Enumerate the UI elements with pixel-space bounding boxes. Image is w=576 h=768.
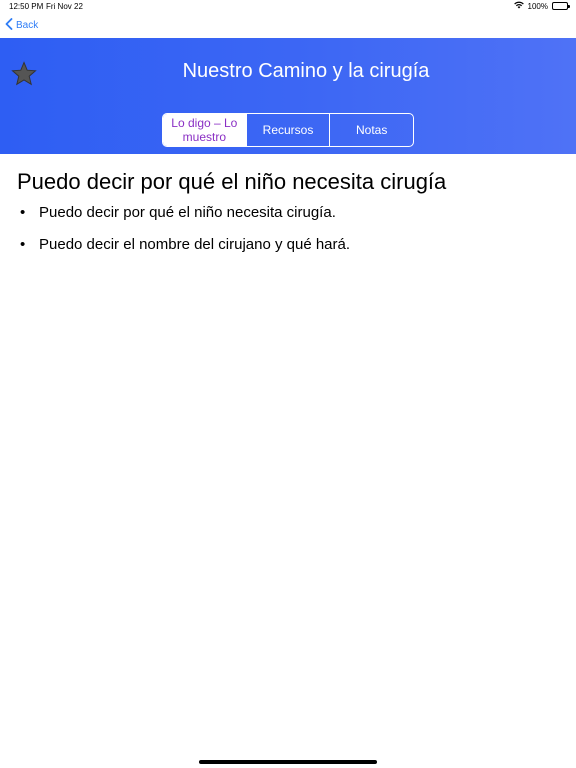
page-title: Nuestro Camino y la cirugía	[182, 60, 430, 82]
list-item: • Puedo decir el nombre del cirujano y q…	[20, 235, 350, 267]
battery-icon	[552, 2, 570, 10]
back-button[interactable]: Back	[5, 18, 38, 33]
segmented-control: Lo digo – Lo muestro Recursos Notas	[162, 113, 414, 147]
status-bar: 12:50 PM Fri Nov 22 100%	[0, 0, 576, 14]
tab-lo-digo-lo-muestro[interactable]: Lo digo – Lo muestro	[163, 114, 246, 146]
list-item-text: Puedo decir el nombre del cirujano y qué…	[39, 236, 351, 253]
battery-percent: 100%	[527, 1, 548, 11]
back-label: Back	[16, 20, 39, 31]
status-time: 12:50 PM	[9, 2, 44, 11]
status-date: Fri Nov 22	[46, 2, 83, 11]
bullet-marker: •	[20, 204, 26, 221]
bullet-list: • Puedo decir por qué el niño necesita c…	[20, 203, 350, 267]
content-heading: Puedo decir por qué el niño necesita cir…	[17, 169, 447, 194]
tab-notas[interactable]: Notas	[329, 114, 413, 146]
status-right: 100%	[513, 1, 570, 11]
bullet-marker: •	[20, 236, 26, 253]
home-indicator[interactable]	[199, 760, 377, 764]
list-item: • Puedo decir por qué el niño necesita c…	[20, 203, 350, 235]
chevron-left-icon	[5, 18, 13, 33]
wifi-icon	[513, 1, 524, 11]
tab-recursos[interactable]: Recursos	[245, 114, 330, 146]
list-item-text: Puedo decir por qué el niño necesita cir…	[39, 204, 336, 221]
navigation-bar: Back	[0, 14, 576, 38]
